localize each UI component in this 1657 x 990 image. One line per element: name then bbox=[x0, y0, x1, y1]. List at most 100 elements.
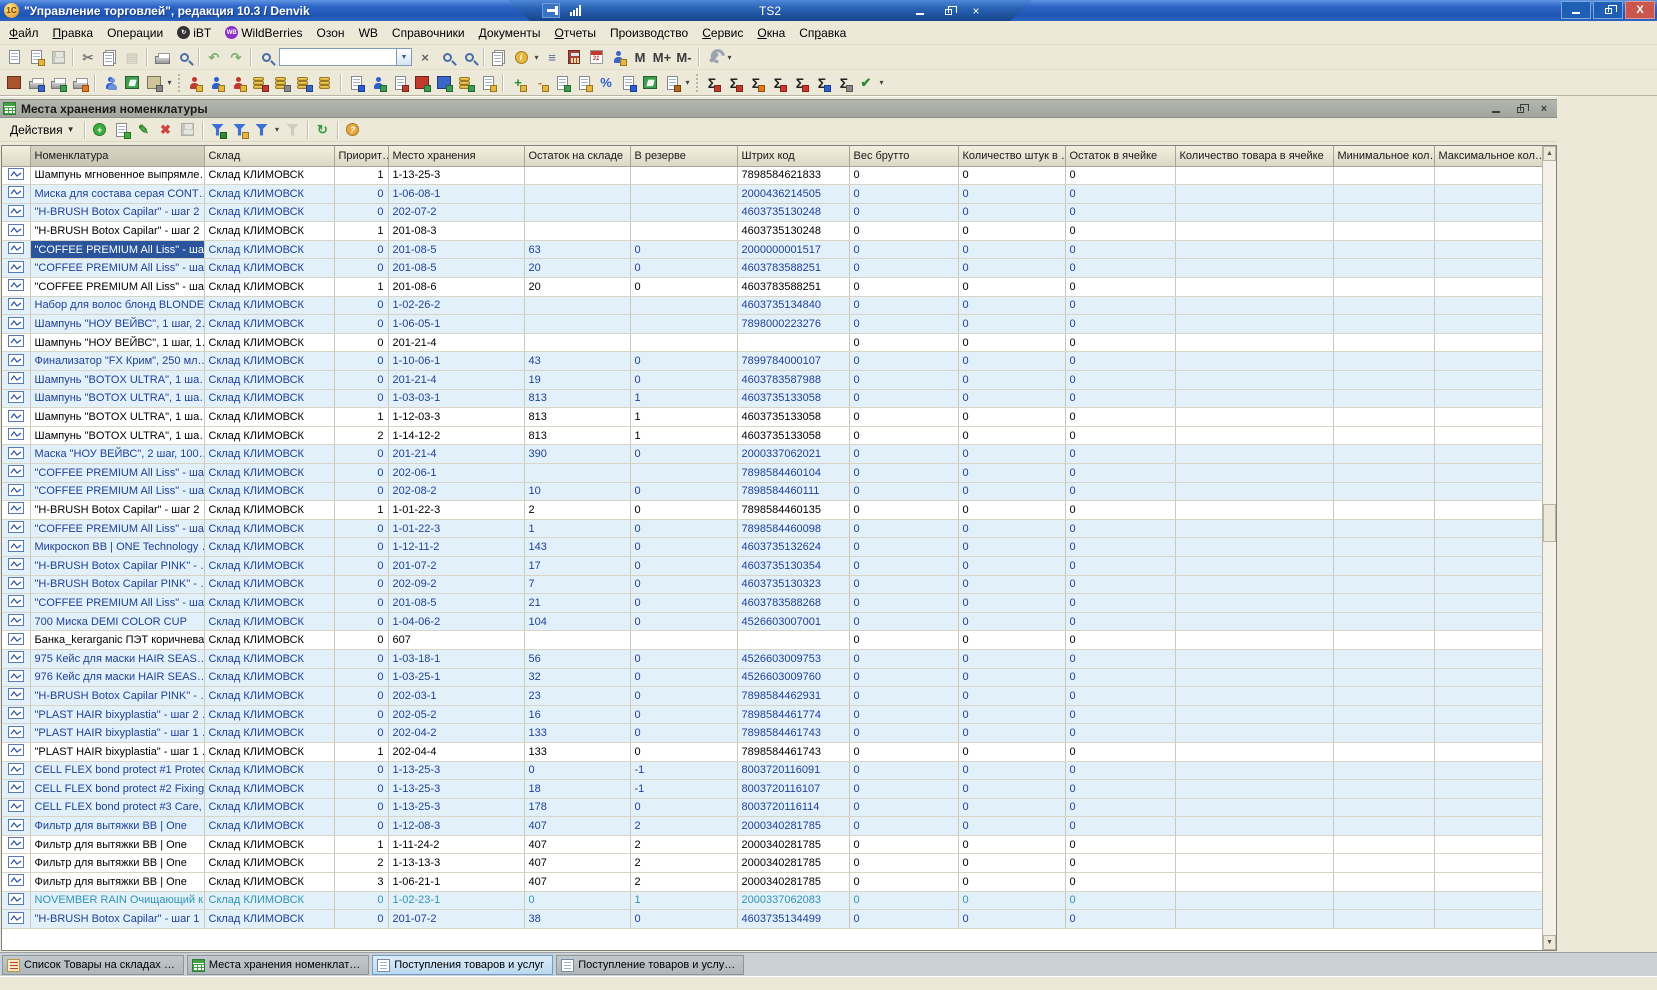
rdp-restore-button[interactable] bbox=[940, 4, 956, 18]
cell-icon[interactable] bbox=[2, 333, 30, 352]
cell-name[interactable]: Миска для состава серая CONT… bbox=[30, 185, 204, 204]
coins-report-icon[interactable] bbox=[316, 73, 336, 93]
cell-stock[interactable]: 19 bbox=[524, 371, 630, 390]
cell-pieces[interactable]: 0 bbox=[958, 371, 1065, 390]
cell-stock[interactable]: 20 bbox=[524, 259, 630, 278]
filter-history-icon[interactable] bbox=[252, 120, 272, 140]
cell-icon[interactable] bbox=[2, 891, 30, 910]
cell-stock[interactable]: 104 bbox=[524, 612, 630, 631]
cell-code[interactable]: 2000340281785 bbox=[737, 835, 849, 854]
cell-icon[interactable] bbox=[2, 910, 30, 929]
customer-invoice-icon[interactable] bbox=[206, 73, 226, 93]
cell-name[interactable]: "H-BRUSH Botox Capilar PINK" - … bbox=[30, 687, 204, 706]
cell-wh[interactable]: Склад КЛИМОВСК bbox=[204, 315, 334, 334]
cell-max[interactable] bbox=[1434, 259, 1543, 278]
document-person-icon[interactable] bbox=[618, 73, 638, 93]
menu-item-документы[interactable]: Документы bbox=[472, 23, 548, 43]
cell-gross[interactable]: 0 bbox=[849, 649, 958, 668]
cell-code[interactable] bbox=[737, 333, 849, 352]
cell-code[interactable]: 2000337062021 bbox=[737, 445, 849, 464]
cell-icon[interactable] bbox=[2, 464, 30, 483]
cell-max[interactable] bbox=[1434, 482, 1543, 501]
cell-loc[interactable]: 1-02-26-2 bbox=[388, 296, 524, 315]
cell-wh[interactable]: Склад КЛИМОВСК bbox=[204, 240, 334, 259]
cell-prio[interactable]: 0 bbox=[334, 556, 388, 575]
cell-cellstock[interactable]: 0 bbox=[1065, 873, 1175, 892]
cell-code[interactable]: 4603735134499 bbox=[737, 910, 849, 929]
cell-res[interactable] bbox=[630, 203, 737, 222]
cell-stock[interactable]: 2 bbox=[524, 501, 630, 520]
cell-max[interactable] bbox=[1434, 166, 1543, 185]
scroll-up-button[interactable]: ▲ bbox=[1543, 146, 1556, 161]
cell-cellqty[interactable] bbox=[1175, 426, 1333, 445]
cell-prio[interactable]: 0 bbox=[334, 649, 388, 668]
document-check-icon[interactable] bbox=[552, 73, 572, 93]
table-row[interactable]: Шампунь "НОУ ВЕЙВС", 1 шаг, 2…Склад КЛИМ… bbox=[2, 315, 1543, 334]
report-stock-cube-1-icon[interactable]: Σ bbox=[768, 73, 788, 93]
cell-pieces[interactable]: 0 bbox=[958, 333, 1065, 352]
cell-prio[interactable]: 0 bbox=[334, 594, 388, 613]
cell-res[interactable]: 0 bbox=[630, 278, 737, 297]
cell-cellqty[interactable] bbox=[1175, 705, 1333, 724]
cell-prio[interactable]: 0 bbox=[334, 910, 388, 929]
cell-icon[interactable] bbox=[2, 371, 30, 390]
cell-code[interactable]: 4603735132624 bbox=[737, 538, 849, 557]
find-icon[interactable] bbox=[256, 47, 276, 67]
cell-gross[interactable]: 0 bbox=[849, 278, 958, 297]
customer-order-icon[interactable] bbox=[184, 73, 204, 93]
cell-code[interactable]: 2000340281785 bbox=[737, 817, 849, 836]
cell-wh[interactable]: Склад КЛИМОВСК bbox=[204, 687, 334, 706]
cell-max[interactable] bbox=[1434, 705, 1543, 724]
cell-gross[interactable]: 0 bbox=[849, 166, 958, 185]
cell-wh[interactable]: Склад КЛИМОВСК bbox=[204, 817, 334, 836]
cell-pieces[interactable]: 0 bbox=[958, 278, 1065, 297]
cell-res[interactable]: 0 bbox=[630, 482, 737, 501]
cell-gross[interactable]: 0 bbox=[849, 445, 958, 464]
menu-item-справочники[interactable]: Справочники bbox=[385, 23, 472, 43]
column-header-stock[interactable]: Остаток на складе bbox=[524, 146, 630, 166]
cell-stock[interactable] bbox=[524, 166, 630, 185]
cell-icon[interactable] bbox=[2, 556, 30, 575]
cell-cellstock[interactable]: 0 bbox=[1065, 501, 1175, 520]
cell-icon[interactable] bbox=[2, 240, 30, 259]
cell-max[interactable] bbox=[1434, 389, 1543, 408]
report-mutual-settlements-icon[interactable]: Σ bbox=[746, 73, 766, 93]
cell-max[interactable] bbox=[1434, 538, 1543, 557]
document-approve-icon[interactable]: ✔ bbox=[856, 73, 876, 93]
cell-pieces[interactable]: 0 bbox=[958, 724, 1065, 743]
cell-res[interactable] bbox=[630, 631, 737, 650]
cell-loc[interactable]: 1-03-25-1 bbox=[388, 668, 524, 687]
table-row[interactable]: "COFFEE PREMIUM All Liss" - шаг…Склад КЛ… bbox=[2, 278, 1543, 297]
cell-stock[interactable]: 10 bbox=[524, 482, 630, 501]
cell-cellstock[interactable]: 0 bbox=[1065, 408, 1175, 427]
cell-name[interactable]: "H-BRUSH Botox Capilar" - шаг 2 … bbox=[30, 501, 204, 520]
cell-min[interactable] bbox=[1333, 780, 1434, 799]
cell-wh[interactable]: Склад КЛИМОВСК bbox=[204, 278, 334, 297]
cell-pieces[interactable]: 0 bbox=[958, 873, 1065, 892]
cell-stock[interactable] bbox=[524, 203, 630, 222]
cell-prio[interactable]: 0 bbox=[334, 445, 388, 464]
cell-cellqty[interactable] bbox=[1175, 389, 1333, 408]
cell-stock[interactable]: 407 bbox=[524, 835, 630, 854]
cell-res[interactable] bbox=[630, 464, 737, 483]
cell-gross[interactable]: 0 bbox=[849, 203, 958, 222]
cell-pieces[interactable]: 0 bbox=[958, 519, 1065, 538]
search-input[interactable] bbox=[279, 48, 397, 66]
cell-wh[interactable]: Склад КЛИМОВСК bbox=[204, 631, 334, 650]
cell-pieces[interactable]: 0 bbox=[958, 389, 1065, 408]
cell-cellqty[interactable] bbox=[1175, 240, 1333, 259]
cell-res[interactable]: 0 bbox=[630, 501, 737, 520]
cell-res[interactable] bbox=[630, 166, 737, 185]
cell-loc[interactable]: 1-02-23-1 bbox=[388, 891, 524, 910]
cell-icon[interactable] bbox=[2, 687, 30, 706]
cell-name[interactable]: Маска "НОУ ВЕЙВС", 2 шаг, 100… bbox=[30, 445, 204, 464]
values-list-icon[interactable]: ≡ bbox=[542, 47, 562, 67]
cell-loc[interactable]: 1-13-25-3 bbox=[388, 166, 524, 185]
payment-order-icon[interactable] bbox=[294, 73, 314, 93]
cell-stock[interactable] bbox=[524, 315, 630, 334]
calculator-icon[interactable] bbox=[564, 47, 584, 67]
cell-pieces[interactable]: 0 bbox=[958, 482, 1065, 501]
cell-max[interactable] bbox=[1434, 761, 1543, 780]
cell-stock[interactable]: 32 bbox=[524, 668, 630, 687]
cell-min[interactable] bbox=[1333, 538, 1434, 557]
